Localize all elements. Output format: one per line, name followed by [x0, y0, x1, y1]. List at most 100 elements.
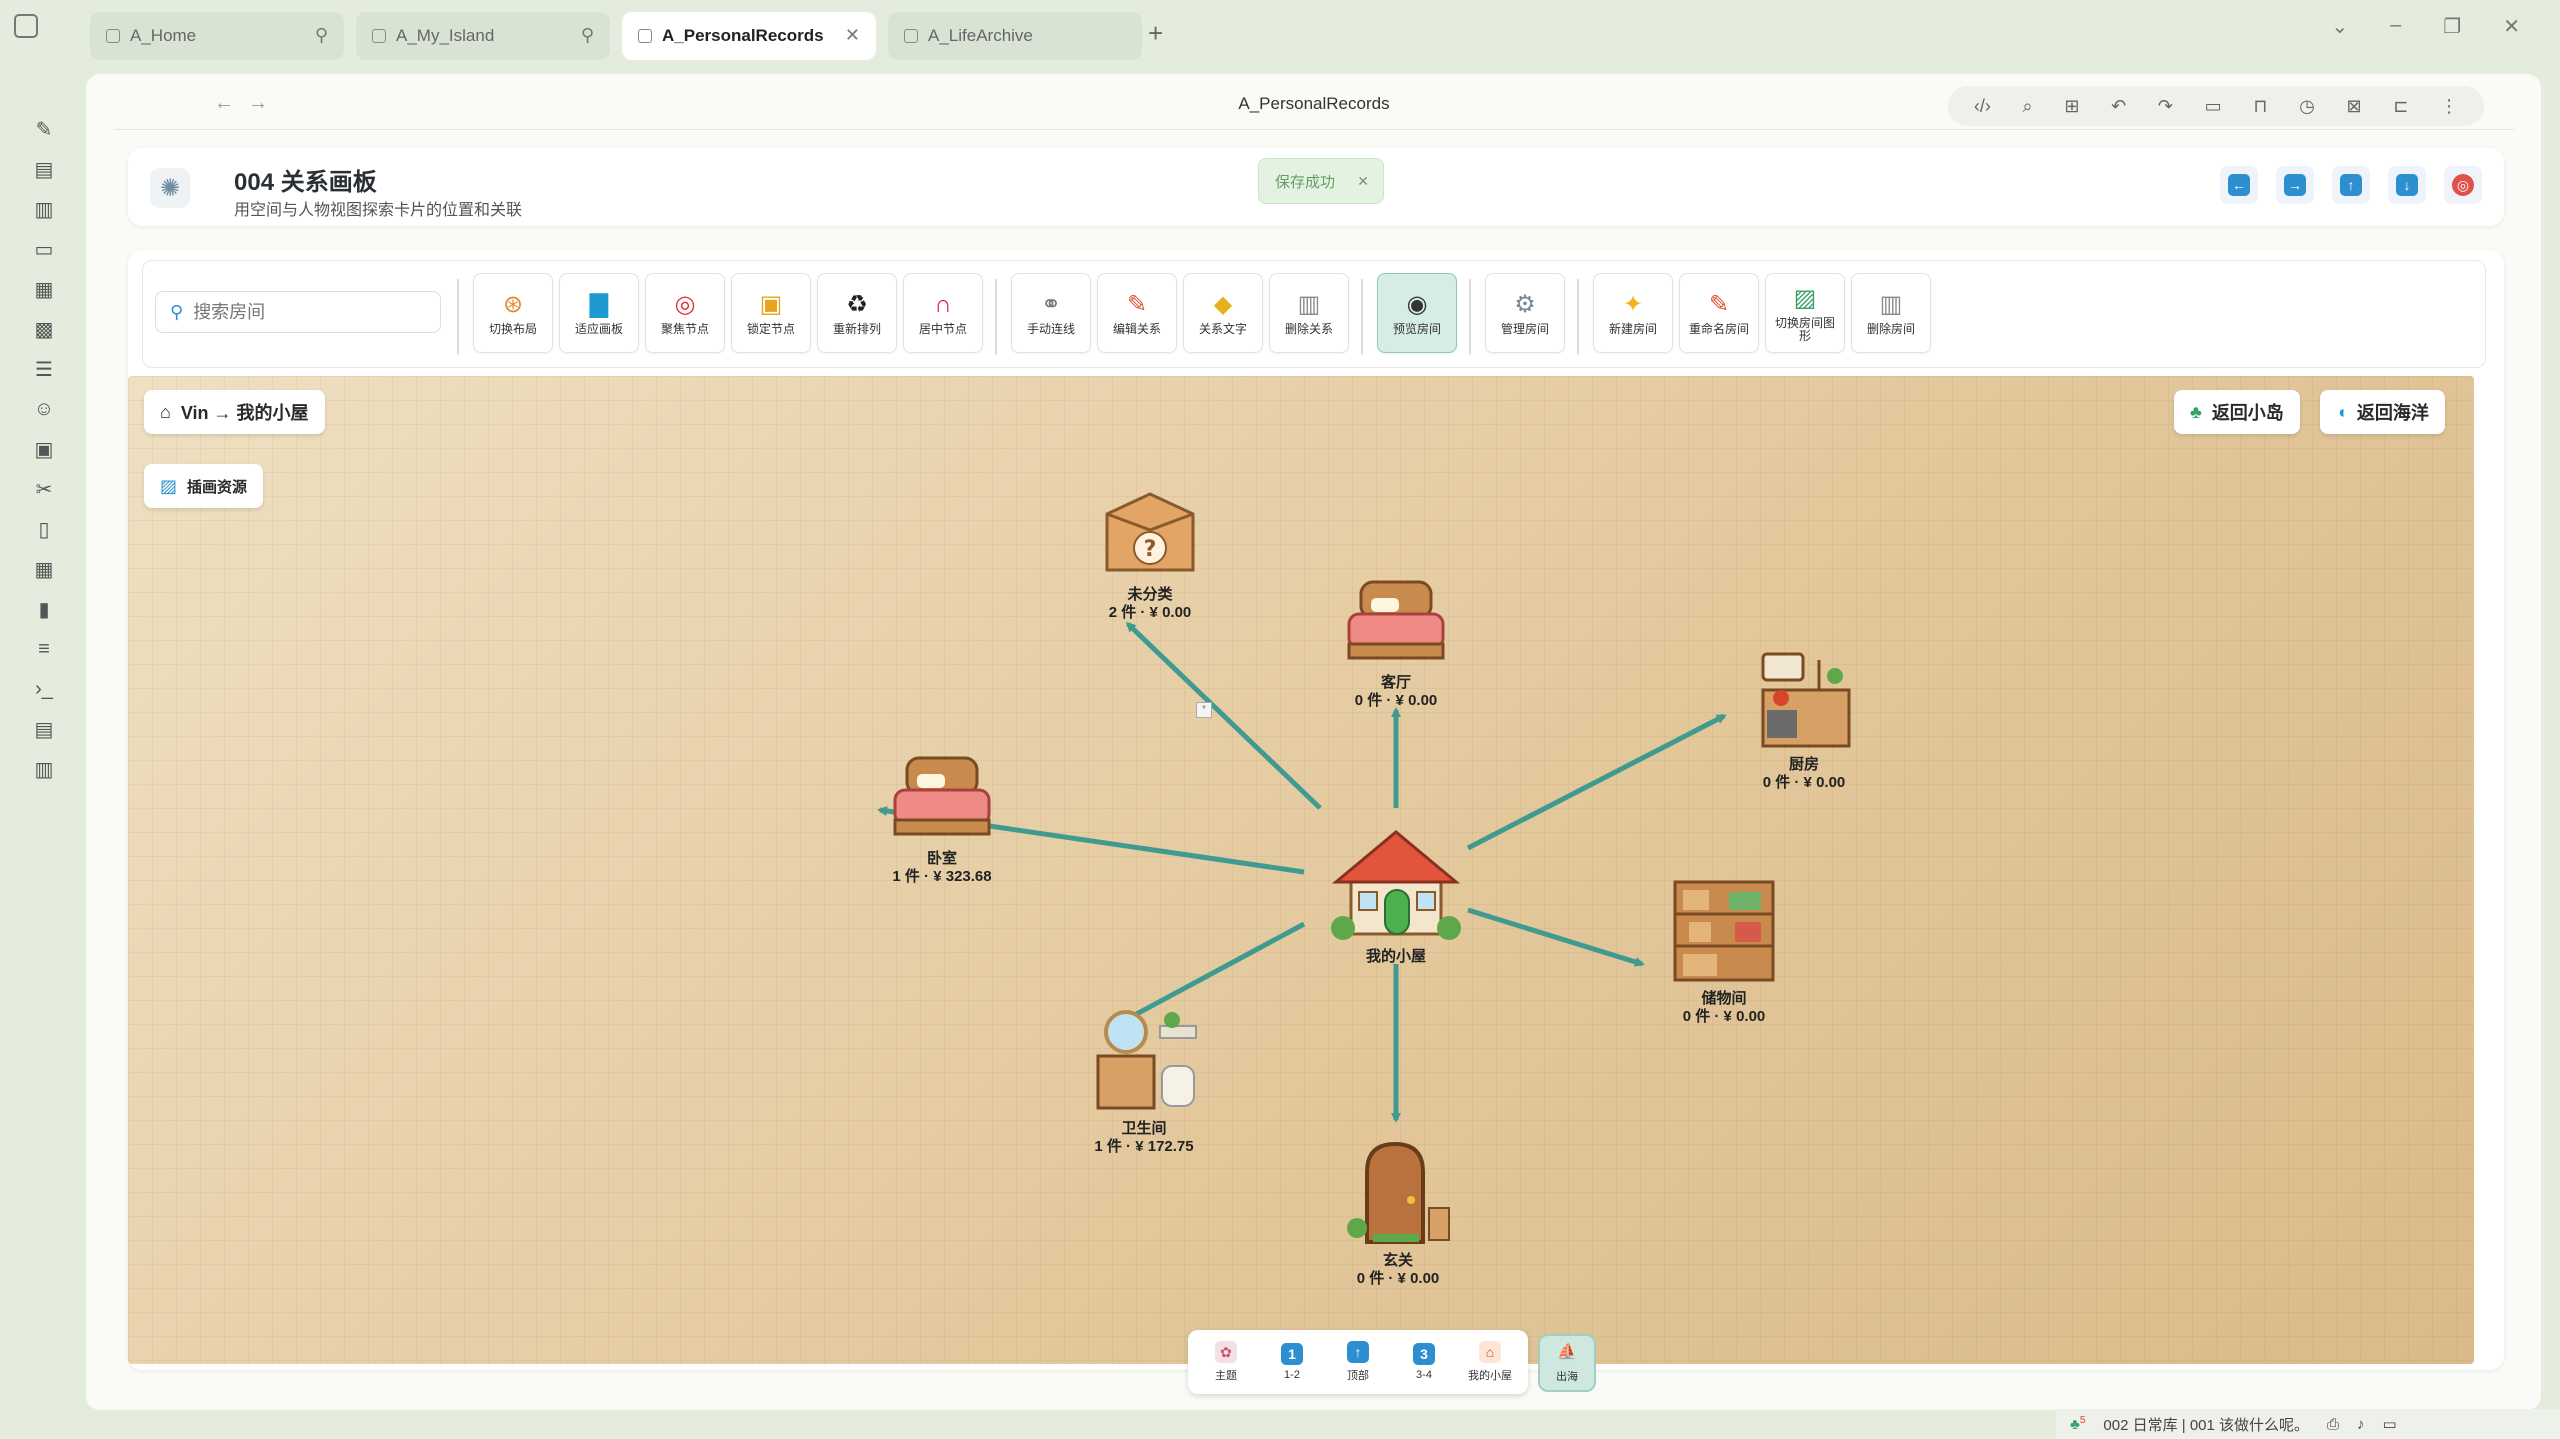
map-icon[interactable]: ▤: [31, 156, 57, 182]
palm-icon[interactable]: ✎: [31, 116, 57, 142]
plugin-icon[interactable]: ♣5: [2070, 1415, 2085, 1433]
search-input[interactable]: [193, 301, 424, 323]
room-node-bathroom[interactable]: 卫生间 1 件 · ¥ 172.75: [1044, 1006, 1244, 1156]
recycle-icon: ♻: [846, 291, 868, 318]
search-icon[interactable]: ⌕: [2023, 96, 2033, 117]
close-window-icon[interactable]: ✕: [2503, 14, 2520, 39]
lock-node-button[interactable]: ▣ 锁定节点: [731, 273, 811, 353]
present-icon[interactable]: ▭: [2205, 96, 2222, 117]
trash-icon[interactable]: ▯: [31, 516, 57, 542]
delete-room-button[interactable]: ▥ 删除房间: [1851, 273, 1931, 353]
edge-label-marker[interactable]: *: [1196, 702, 1212, 718]
table-icon[interactable]: ▤: [31, 716, 57, 742]
dock-label: 出海: [1556, 1371, 1578, 1383]
nav-down-button[interactable]: ↓: [2388, 166, 2426, 204]
tab-home[interactable]: A_Home ⚲: [90, 12, 344, 60]
bookmark-icon[interactable]: ▮: [31, 596, 57, 622]
set-sail-button[interactable]: ⛵ 出海: [1538, 1334, 1596, 1392]
toggle-layout-button[interactable]: ⊛ 切换布局: [473, 273, 553, 353]
calendar-icon[interactable]: ▦: [31, 276, 57, 302]
rearrange-button[interactable]: ♻ 重新排列: [817, 273, 897, 353]
lock-icon[interactable]: ⊓: [2253, 96, 2267, 117]
chevron-down-icon[interactable]: ⌄: [2331, 14, 2348, 39]
new-tab-button[interactable]: +: [1148, 18, 1163, 49]
terminal-icon[interactable]: ›_: [31, 676, 57, 702]
nav-left-button[interactable]: ←: [2220, 166, 2258, 204]
layout-icon[interactable]: ▥: [31, 756, 57, 782]
tools-icon[interactable]: ✂: [31, 476, 57, 502]
room-node-kitchen[interactable]: 厨房 0 件 · ¥ 0.00: [1704, 646, 1904, 792]
archive-icon[interactable]: ▭: [31, 236, 57, 262]
menu-icon[interactable]: ≡: [31, 636, 57, 662]
dock-top-button[interactable]: ↑ 顶部: [1328, 1334, 1388, 1390]
tab-life-archive[interactable]: A_LifeArchive: [888, 12, 1142, 60]
dock-3-4-button[interactable]: 3 3-4: [1394, 1334, 1454, 1390]
bathroom-icon: [1096, 1010, 1197, 1110]
pin-icon[interactable]: ⚲: [315, 25, 328, 46]
list-icon[interactable]: ☰: [31, 356, 57, 382]
trash-icon: ▥: [1297, 291, 1321, 318]
restore-icon[interactable]: ❐: [2443, 14, 2461, 39]
smile-icon[interactable]: ☺: [31, 396, 57, 422]
magnet-icon: ∩: [934, 291, 952, 318]
status-text[interactable]: 002 日常库 | 001 该做什么呢。: [2103, 1414, 2309, 1435]
code-icon[interactable]: ‹/›: [1974, 96, 1991, 117]
back-island-button[interactable]: ♣ 返回小岛: [2174, 390, 2300, 434]
button-label: 切换布局: [488, 322, 537, 336]
bookmark-icon[interactable]: ⊏: [2393, 96, 2408, 117]
close-icon[interactable]: ✕: [1357, 173, 1369, 190]
redo-icon[interactable]: ↷: [2158, 96, 2173, 117]
nav-target-button[interactable]: ◎: [2444, 166, 2482, 204]
dock-my-house-button[interactable]: ⌂ 我的小屋: [1460, 1334, 1520, 1390]
close-icon[interactable]: ✕: [845, 25, 860, 46]
center-node-button[interactable]: ∩ 居中节点: [903, 273, 983, 353]
edge-uncategorized[interactable]: [1125, 621, 1322, 810]
room-node-living-room[interactable]: 客厅 0 件 · ¥ 0.00: [1296, 574, 1496, 710]
picture-icon: ▨: [160, 475, 178, 496]
dock-1-2-button[interactable]: 1 1-2: [1262, 1334, 1322, 1390]
room-node-storage[interactable]: 储物间 0 件 · ¥ 0.00: [1624, 876, 1824, 1026]
pin-icon[interactable]: ⚲: [581, 25, 594, 46]
room-node-uncategorized[interactable]: ? 未分类 2 件 · ¥ 0.00: [1050, 486, 1250, 622]
fit-board-button[interactable]: ▇ 适应画板: [559, 273, 639, 353]
export-icon[interactable]: ⊠: [2347, 96, 2362, 117]
edge-kitchen[interactable]: [1466, 713, 1727, 851]
preview-room-button[interactable]: ◉ 预览房间: [1377, 273, 1457, 353]
back-ocean-button[interactable]: ◖ 返回海洋: [2320, 390, 2445, 434]
more-icon[interactable]: ⋮: [2440, 96, 2458, 117]
room-stat: 0 件 · ¥ 0.00: [1354, 692, 1438, 709]
delete-relation-button[interactable]: ▥ 删除关系: [1269, 273, 1349, 353]
manual-link-button[interactable]: ⚭ 手动连线: [1011, 273, 1091, 353]
image-icon[interactable]: ▣: [31, 436, 57, 462]
breadcrumb[interactable]: ⌂ Vin → 我的小屋: [144, 390, 325, 434]
divider: [1361, 279, 1363, 355]
manage-room-button[interactable]: ⚙ 管理房间: [1485, 273, 1565, 353]
sidebar-toggle-icon[interactable]: [14, 14, 38, 38]
tab-personal-records[interactable]: A_PersonalRecords ✕: [622, 12, 876, 60]
switch-room-graphic-button[interactable]: ▨ 切换房间图形: [1765, 273, 1845, 353]
layout-icon[interactable]: ▭: [2383, 1415, 2397, 1433]
alarm-icon[interactable]: ◷: [2299, 96, 2315, 117]
tab-icon: [638, 29, 652, 43]
nav-right-button[interactable]: →: [2276, 166, 2314, 204]
print-icon[interactable]: ⎙: [2327, 1416, 2339, 1433]
tab-my-island[interactable]: A_My_Island ⚲: [356, 12, 610, 60]
bell-icon[interactable]: ♪: [2357, 1416, 2365, 1433]
rename-room-button[interactable]: ✎ 重命名房间: [1679, 273, 1759, 353]
grid-icon[interactable]: ▩: [31, 316, 57, 342]
new-room-button[interactable]: ✦ 新建房间: [1593, 273, 1673, 353]
room-node-bedroom[interactable]: 卧室 1 件 · ¥ 323.68: [842, 750, 1042, 886]
undo-icon[interactable]: ↶: [2111, 96, 2126, 117]
minimize-icon[interactable]: –: [2390, 14, 2401, 39]
relation-text-button[interactable]: ◆ 关系文字: [1183, 273, 1263, 353]
apps-icon[interactable]: ▦: [31, 556, 57, 582]
assets-button[interactable]: ▨ 插画资源: [144, 464, 264, 508]
room-node-center[interactable]: 我的小屋: [1296, 824, 1496, 966]
book-icon[interactable]: ▥: [31, 196, 57, 222]
dock-theme-button[interactable]: ✿ 主题: [1196, 1334, 1256, 1390]
edit-relation-button[interactable]: ✎ 编辑关系: [1097, 273, 1177, 353]
nav-up-button[interactable]: ↑: [2332, 166, 2370, 204]
focus-node-button[interactable]: ◎ 聚焦节点: [645, 273, 725, 353]
room-node-entrance[interactable]: 玄关 0 件 · ¥ 0.00: [1298, 1138, 1498, 1288]
bookmark-add-icon[interactable]: ⊞: [2064, 96, 2079, 117]
